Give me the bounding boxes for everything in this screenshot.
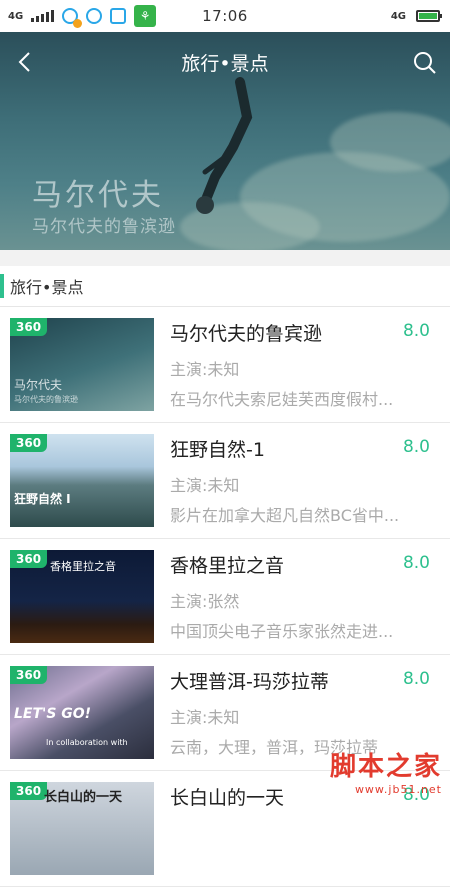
video-thumbnail[interactable]: 360 马尔代夫 马尔代夫的鲁滨逊 [10,318,154,411]
item-title[interactable]: 狂野自然-1 [170,435,265,462]
item-cast: 主演:未知 [170,708,240,727]
video-thumbnail[interactable]: 360 香格里拉之音 [10,550,154,643]
search-icon[interactable] [412,50,438,76]
hero-nav-bar: 旅行•景点 [0,32,450,92]
list-item[interactable]: 360 马尔代夫 马尔代夫的鲁滨逊 马尔代夫的鲁宾逊 8.0 主演:未知 在马尔… [0,307,450,423]
clock: 17:06 [202,7,248,25]
back-icon[interactable] [14,50,38,74]
video-thumbnail[interactable]: 360 LET'S GO! In collaboration with [10,666,154,759]
item-title[interactable]: 香格里拉之音 [170,551,284,578]
thumbnail-caption: 马尔代夫 [14,378,63,392]
item-score: 8.0 [402,437,430,457]
page-title: 旅行•景点 [181,52,269,75]
thumbnail-subcaption: In collaboration with [46,738,128,747]
thumbnail-subcaption: 马尔代夫的鲁滨逊 [14,395,78,404]
item-description: 中国顶尖电子音乐家张然走进... [170,622,394,641]
section-divider [0,250,450,266]
vr-360-badge: 360 [10,782,48,800]
list-item[interactable]: 360 香格里拉之音 香格里拉之音 8.0 主演:张然 中国顶尖电子音乐家张然走… [0,539,450,655]
item-title[interactable]: 大理普洱-玛莎拉蒂 [170,667,329,694]
section-title: 旅行•景点 [10,278,84,297]
list-item[interactable]: 360 狂野自然 I 狂野自然-1 8.0 主演:未知 影片在加拿大超凡自然BC… [0,423,450,539]
section-accent-bar [0,274,4,298]
video-list: 360 马尔代夫 马尔代夫的鲁滨逊 马尔代夫的鲁宾逊 8.0 主演:未知 在马尔… [0,307,450,887]
thumbnail-caption: LET'S GO! [14,706,92,722]
vr-360-badge: 360 [10,318,48,336]
network-type-label-right: 4G [390,10,406,22]
vr-360-badge: 360 [10,666,48,684]
item-cast: 主演:未知 [170,360,240,379]
battery-icon [416,10,442,22]
thumbnail-caption: 香格里拉之音 [50,560,116,573]
item-title[interactable]: 长白山的一天 [170,783,284,810]
vr-360-badge: 360 [10,550,48,568]
thumbnail-caption: 狂野自然 I [14,492,71,506]
watermark-logo: 脚本之家 [329,752,442,782]
item-title[interactable]: 马尔代夫的鲁宾逊 [170,319,322,346]
hero-banner[interactable]: 旅行•景点 马尔代夫 马尔代夫的鲁滨逊 [0,32,450,250]
watermark: 脚本之家 www.jb51.net [330,746,442,796]
item-score: 8.0 [402,669,430,689]
item-score: 8.0 [402,553,430,573]
item-cast: 主演:未知 [170,476,240,495]
status-bar: 4G ⚘ 17:06 4G [0,0,450,32]
item-cast: 主演:张然 [170,592,240,611]
hero-caption: 马尔代夫 [32,178,164,213]
item-score: 8.0 [402,321,430,341]
vr-360-badge: 360 [10,434,48,452]
hero-subcaption: 马尔代夫的鲁滨逊 [32,217,176,237]
diver-illustration [196,77,253,214]
item-description: 在马尔代夫索尼娃芙西度假村... [170,390,394,409]
video-thumbnail[interactable]: 360 长白山的一天 [10,782,154,875]
section-header: 旅行•景点 [0,266,450,307]
watermark-url: www.jb51.net [354,783,442,796]
item-description: 影片在加拿大超凡自然BC省中... [170,506,400,525]
thumbnail-caption: 长白山的一天 [44,790,123,805]
video-thumbnail[interactable]: 360 狂野自然 I [10,434,154,527]
